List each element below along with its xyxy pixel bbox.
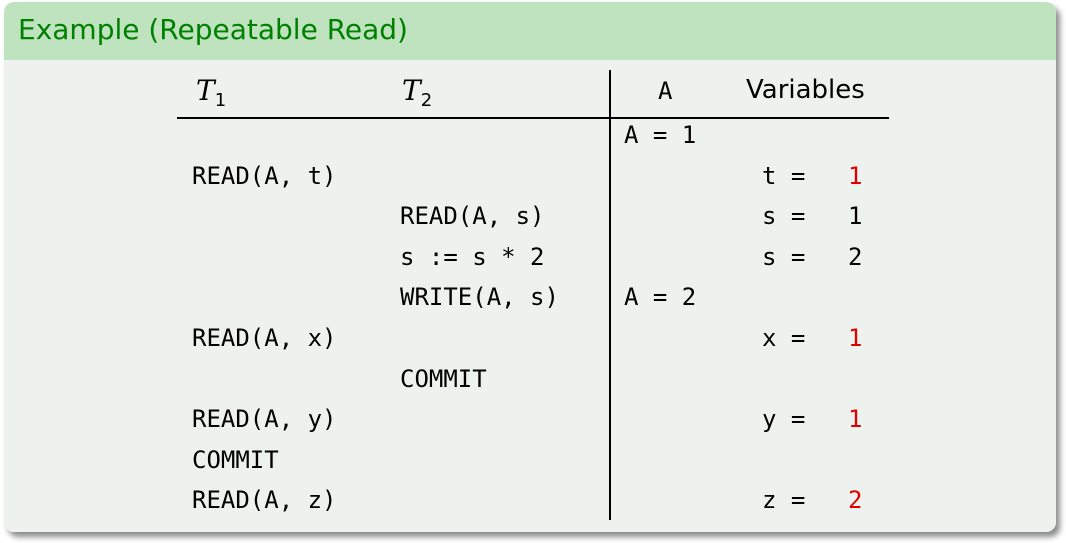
column-separator [609,70,611,520]
variable-value-cell: 1 [848,404,862,434]
variable-name: x = [762,324,820,352]
variable-name: s = [762,242,820,271]
variable-value: 1 [848,324,863,352]
variable-value-cell: 1 [848,161,862,191]
t1-operation: READ(A, t) [192,161,337,190]
header-rule [177,117,889,119]
variable-name: z = [762,486,820,515]
header-t2-letter: T [402,74,421,107]
block-title-bar: Example (Repeatable Read) [4,2,1056,60]
variable-value: 2 [848,242,863,271]
t1-operation: READ(A, z) [192,486,337,515]
variable-value-cell: 1 [848,323,862,353]
t2-operation: READ(A, s) [400,202,545,231]
header-t1-subscript: 1 [214,90,227,111]
variable-value-cell: 2 [848,485,862,515]
variable-name: t = [762,161,820,190]
variable-value: 1 [848,405,863,434]
variable-value: 1 [848,161,863,190]
variable-value: 2 [848,486,863,515]
t2-operation: s := s * 2 [400,242,545,271]
t1-operation: COMMIT [192,445,279,474]
a-value: A = 1 [624,121,697,149]
t2-operation: COMMIT [400,364,487,393]
t1-operation: READ(A, x) [192,324,337,352]
variable-value-cell: 1 [848,201,862,231]
variable-value: 1 [848,202,863,231]
t2-operation: WRITE(A, s) [400,283,559,312]
header-a: A [658,77,673,105]
variable-name: y = [762,405,820,434]
block-title: Example (Repeatable Read) [18,13,408,46]
a-value: A = 2 [624,283,697,312]
example-block: Example (Repeatable Read) T1 T2 A Variab… [4,2,1056,532]
header-t2-subscript: 2 [420,90,433,111]
t1-operation: READ(A, y) [192,405,337,434]
header-t1-letter: T [196,74,215,107]
variable-name: s = [762,202,820,231]
variable-value-cell: 2 [848,242,862,272]
header-variables: Variables [746,75,865,105]
header-t2: T2 [402,74,432,118]
header-t1: T1 [196,74,226,118]
